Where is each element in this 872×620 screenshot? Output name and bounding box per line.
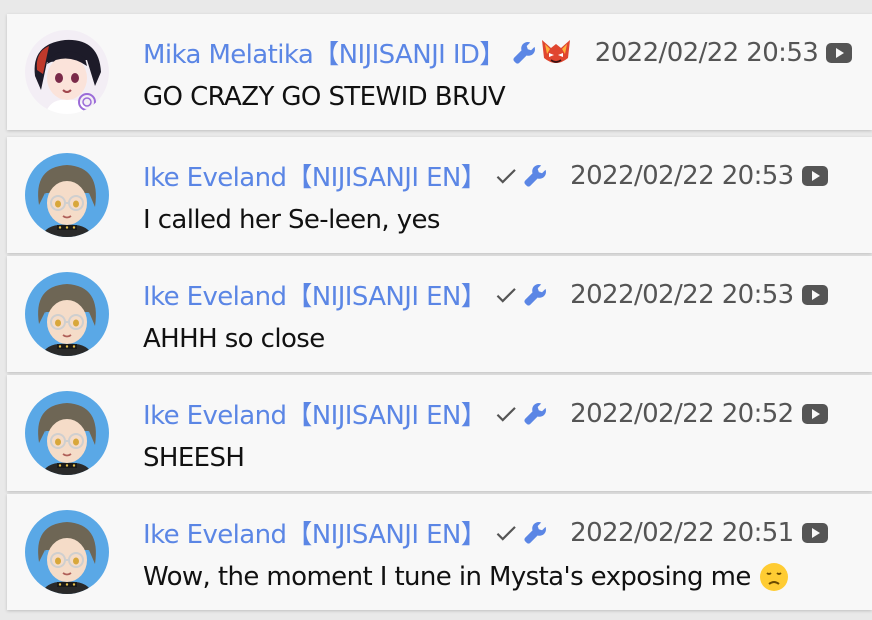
author-name[interactable]: Ike Eveland【NIJISANJI EN】 — [143, 514, 487, 551]
ike-avatar-image — [25, 510, 109, 594]
message-text: I called her Se-leen, yes — [143, 205, 440, 235]
avatar[interactable] — [25, 153, 109, 237]
youtube-icon[interactable] — [801, 522, 828, 543]
author-badges — [492, 282, 548, 308]
author-name[interactable]: Ike Eveland【NIJISANJI EN】 — [143, 157, 487, 194]
chat-message-card: Ike Eveland【NIJISANJI EN】 2022/02/22 20:… — [7, 375, 872, 491]
chat-message-card: Ike Eveland【NIJISANJI EN】 2022/02/22 20:… — [7, 256, 872, 372]
youtube-icon[interactable] — [801, 403, 828, 424]
timestamp: 2022/02/22 20:53 — [594, 37, 819, 68]
message-body: GO CRAZY GO STEWID BRUV — [143, 82, 506, 112]
author-name[interactable]: Ike Eveland【NIJISANJI EN】 — [143, 276, 487, 313]
author-badges — [492, 520, 548, 546]
check-icon — [496, 287, 516, 303]
message-body: I called her Se-leen, yes — [143, 205, 440, 235]
check-icon — [496, 525, 516, 541]
message-header: Mika Melatika【NIJISANJI ID】 2022/02/22 2… — [143, 34, 853, 71]
chat-message-card: Ike Eveland【NIJISANJI EN】 2022/02/22 20:… — [7, 137, 872, 253]
avatar[interactable] — [25, 272, 109, 356]
avatar[interactable] — [25, 391, 109, 475]
message-body: SHEESH — [143, 443, 245, 473]
timestamp: 2022/02/22 20:53 — [570, 160, 794, 191]
wrench-icon — [524, 521, 547, 544]
message-header: Ike Eveland【NIJISANJI EN】 2022/02/22 20:… — [143, 395, 828, 432]
youtube-icon[interactable] — [801, 284, 828, 305]
ike-avatar-image — [25, 391, 109, 475]
wrench-icon — [524, 164, 547, 187]
author-name[interactable]: Ike Eveland【NIJISANJI EN】 — [143, 395, 487, 432]
chat-feed: Mika Melatika【NIJISANJI ID】 2022/02/22 2… — [0, 0, 872, 620]
avatar[interactable] — [25, 510, 109, 594]
author-badges — [492, 401, 548, 427]
avatar[interactable] — [25, 30, 109, 114]
ike-avatar-image — [25, 272, 109, 356]
disappointed-face-emoji — [759, 563, 788, 591]
check-icon — [496, 168, 516, 184]
check-icon — [496, 406, 516, 422]
message-header: Ike Eveland【NIJISANJI EN】 2022/02/22 20:… — [143, 514, 828, 551]
author-badges — [492, 163, 548, 189]
message-body: Wow, the moment I tune in Mysta's exposi… — [143, 562, 751, 592]
timestamp: 2022/02/22 20:51 — [570, 517, 794, 548]
author-badges — [511, 36, 573, 70]
wrench-icon — [513, 41, 535, 64]
wrench-icon — [524, 283, 547, 306]
message-text: Wow, the moment I tune in Mysta's exposi… — [143, 562, 789, 592]
timestamp: 2022/02/22 20:52 — [570, 398, 794, 429]
chat-message-card: Ike Eveland【NIJISANJI EN】 2022/02/22 20:… — [7, 494, 872, 610]
message-header: Ike Eveland【NIJISANJI EN】 2022/02/22 20:… — [143, 276, 828, 313]
message-text: AHHH so close — [143, 324, 325, 354]
author-name[interactable]: Mika Melatika【NIJISANJI ID】 — [143, 34, 505, 71]
youtube-icon[interactable] — [826, 42, 853, 63]
member-badge-icon — [541, 39, 570, 63]
timestamp: 2022/02/22 20:53 — [570, 279, 794, 310]
mika-avatar-image — [25, 30, 109, 114]
message-text: GO CRAZY GO STEWID BRUV — [143, 82, 506, 112]
wrench-icon — [524, 402, 547, 425]
ike-avatar-image — [25, 153, 109, 237]
message-text: SHEESH — [143, 443, 245, 473]
message-body: AHHH so close — [143, 324, 325, 354]
youtube-icon[interactable] — [801, 165, 828, 186]
message-header: Ike Eveland【NIJISANJI EN】 2022/02/22 20:… — [143, 157, 828, 194]
chat-message-card: Mika Melatika【NIJISANJI ID】 2022/02/22 2… — [7, 14, 872, 130]
